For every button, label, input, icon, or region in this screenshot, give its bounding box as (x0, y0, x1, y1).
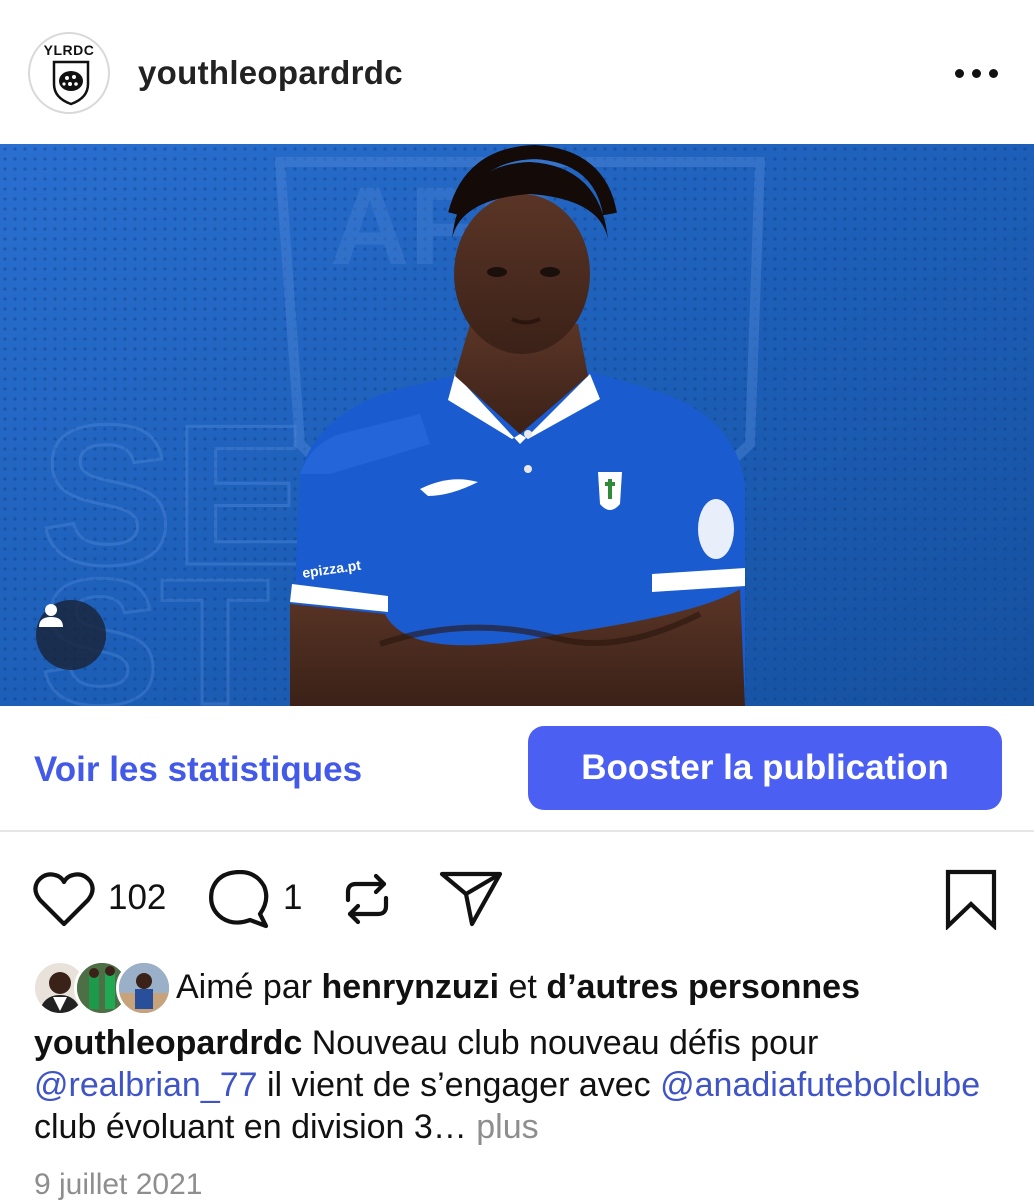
post-date: 9 juillet 2021 (34, 1168, 203, 1200)
insights-row: Voir les statistiques Booster la publica… (0, 706, 1034, 832)
profile-avatar[interactable]: YLRDC (28, 32, 110, 114)
caption-more-link[interactable]: plus (476, 1108, 538, 1146)
send-icon[interactable] (438, 868, 504, 935)
user-tag-icon (39, 604, 63, 627)
liked-by-row[interactable]: Aimé par henrynzuzi et d’autres personne… (32, 958, 1022, 1018)
caption-text: Nouveau club nouveau défis pour (302, 1024, 819, 1062)
caption-text: il vient de s’engager avec (257, 1066, 661, 1104)
post-username[interactable]: youthleopardrdc (138, 54, 403, 92)
post-caption: youthleopardrdc Nouveau club nouveau déf… (34, 1022, 994, 1148)
boost-post-button[interactable]: Booster la publication (528, 726, 1002, 810)
view-insights-link[interactable]: Voir les statistiques (34, 750, 362, 790)
liked-by-text: Aimé par henrynzuzi et d’autres personne… (176, 968, 860, 1007)
caption-username[interactable]: youthleopardrdc (34, 1024, 302, 1062)
heart-icon[interactable] (32, 870, 96, 933)
club-crest-icon (52, 60, 90, 106)
liker-avatar (116, 960, 172, 1016)
caption-mention-player[interactable]: @realbrian_77 (34, 1066, 258, 1104)
repost-icon[interactable] (340, 870, 394, 933)
more-options-icon[interactable] (946, 58, 1006, 88)
post-actions: 102 1 (0, 862, 1034, 932)
caption-text: club évoluant en division 3… (34, 1108, 477, 1146)
comment-icon[interactable] (208, 869, 272, 935)
more-dot (988, 68, 998, 78)
liked-by-avatars (32, 960, 172, 1016)
liked-by-middle: et (499, 968, 547, 1006)
more-dot (954, 68, 964, 78)
bookmark-icon[interactable] (944, 868, 998, 935)
player-photo: AFC SEJIR ST VO epizza.pt (0, 144, 1034, 706)
caption-mention-club[interactable]: @anadiafutebolclube (660, 1066, 980, 1104)
user-tag-button[interactable] (36, 600, 106, 670)
comment-count[interactable]: 1 (283, 878, 302, 918)
liked-by-others[interactable]: d’autres personnes (546, 968, 860, 1006)
more-dot (971, 68, 981, 78)
like-count[interactable]: 102 (108, 878, 166, 918)
liked-by-prefix: Aimé par (176, 968, 322, 1006)
post-image[interactable]: AFC SEJIR ST VO epizza.pt (0, 144, 1034, 706)
liked-by-user[interactable]: henrynzuzi (322, 968, 500, 1006)
post-header: YLRDC youthleopardrdc (0, 0, 1034, 144)
